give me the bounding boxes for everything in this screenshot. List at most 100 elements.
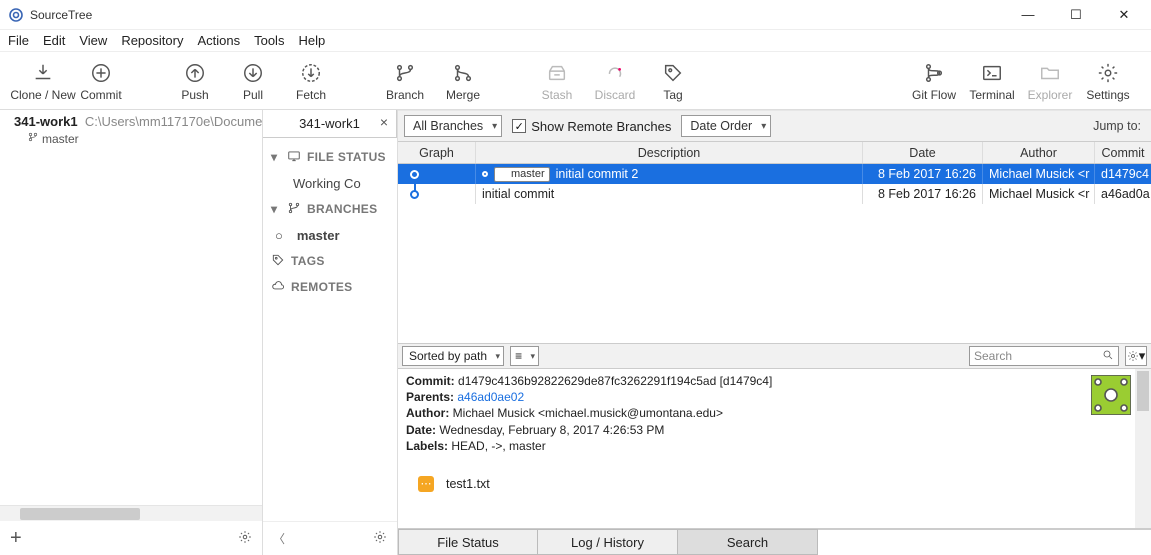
plus-circle-icon: [90, 60, 112, 86]
tag-button[interactable]: Tag: [644, 54, 702, 108]
menu-view[interactable]: View: [79, 33, 107, 48]
parent-link[interactable]: a46ad0ae02: [457, 390, 524, 404]
section-branches[interactable]: ▾ BRANCHES: [263, 196, 397, 222]
push-button[interactable]: Push: [166, 54, 224, 108]
commit-message: initial commit: [482, 187, 554, 201]
tag-icon: [271, 253, 285, 270]
sidebar-branch-master[interactable]: ○ master: [263, 222, 397, 248]
changed-file-row[interactable]: ⋯ test1.txt: [418, 476, 1075, 493]
menu-tools[interactable]: Tools: [254, 33, 284, 48]
terminal-icon: [981, 60, 1003, 86]
clone-new-button[interactable]: Clone / New: [14, 54, 72, 108]
branch-icon: [287, 201, 301, 218]
arrow-down-icon: [242, 60, 264, 86]
chevron-down-icon: ▾: [271, 202, 281, 216]
bookmark-repo[interactable]: 341-work1 C:\Users\mm117170e\Documen: [0, 110, 262, 131]
section-remotes[interactable]: REMOTES: [263, 274, 397, 300]
commit-button[interactable]: Commit: [72, 54, 130, 108]
minimize-button[interactable]: —: [1013, 7, 1043, 23]
menu-repository[interactable]: Repository: [121, 33, 183, 48]
toolbar: Clone / New Commit Push Pull Fetch Branc…: [0, 52, 1151, 110]
col-date[interactable]: Date: [863, 142, 983, 163]
menu-help[interactable]: Help: [298, 33, 325, 48]
menu-edit[interactable]: Edit: [43, 33, 65, 48]
commit-date: 8 Feb 2017 16:26: [863, 164, 983, 184]
branch-badge: master: [494, 167, 550, 182]
monitor-icon: [287, 149, 301, 166]
stash-button[interactable]: Stash: [528, 54, 586, 108]
pull-button[interactable]: Pull: [224, 54, 282, 108]
bookmark-branch-name: master: [42, 132, 79, 146]
commit-date: 8 Feb 2017 16:26: [863, 184, 983, 204]
close-tab-icon[interactable]: ×: [380, 114, 388, 130]
branch-button[interactable]: Branch: [376, 54, 434, 108]
col-commit[interactable]: Commit: [1095, 142, 1151, 163]
settings-button[interactable]: Settings: [1079, 54, 1137, 108]
bookmark-repo-path: C:\Users\mm117170e\Documen: [85, 114, 262, 129]
refresh-icon: [300, 60, 322, 86]
tab-file-status[interactable]: File Status: [398, 529, 538, 555]
tag-icon: [662, 60, 684, 86]
details-vscrollbar[interactable]: [1135, 369, 1151, 528]
col-description[interactable]: Description: [476, 142, 863, 163]
details-gear-button[interactable]: ▾: [1125, 346, 1147, 366]
app-logo-icon: [8, 7, 24, 23]
sidebar-settings-icon[interactable]: [373, 530, 387, 547]
repo-tab[interactable]: 341-work1 ×: [263, 110, 397, 137]
commit-row[interactable]: initial commit 8 Feb 2017 16:26 Michael …: [398, 184, 1151, 204]
sort-dropdown[interactable]: Sorted by path: [402, 346, 504, 366]
bookmarks-panel: 341-work1 C:\Users\mm117170e\Documen mas…: [0, 110, 263, 555]
branch-small-icon: [28, 131, 38, 146]
commit-row[interactable]: master initial commit 2 8 Feb 2017 16:26…: [398, 164, 1151, 184]
section-tags[interactable]: TAGS: [263, 248, 397, 274]
git-flow-button[interactable]: Git Flow: [905, 54, 963, 108]
collapse-sidebar-button[interactable]: 〈: [273, 530, 285, 547]
fetch-button[interactable]: Fetch: [282, 54, 340, 108]
commit-message: initial commit 2: [556, 167, 639, 181]
branch-filter-dropdown[interactable]: All Branches: [404, 115, 502, 137]
chevron-down-icon: ▾: [271, 150, 281, 164]
commit-list: master initial commit 2 8 Feb 2017 16:26…: [398, 164, 1151, 204]
bookmark-repo-name: 341-work1: [14, 114, 78, 129]
menu-bar: File Edit View Repository Actions Tools …: [0, 30, 1151, 52]
commit-sha: d1479c4: [1095, 164, 1151, 184]
col-graph[interactable]: Graph: [398, 142, 476, 163]
branch-icon: [394, 60, 416, 86]
bottom-tabs: File Status Log / History Search: [398, 529, 1151, 555]
download-icon: [32, 60, 54, 86]
undo-icon: [604, 60, 626, 86]
maximize-button[interactable]: ☐: [1061, 7, 1091, 23]
terminal-button[interactable]: Terminal: [963, 54, 1021, 108]
repo-tab-label: 341-work1: [299, 116, 360, 131]
section-file-status[interactable]: ▾ FILE STATUS: [263, 144, 397, 170]
tab-search[interactable]: Search: [678, 529, 818, 555]
discard-button[interactable]: Discard: [586, 54, 644, 108]
menu-file[interactable]: File: [8, 33, 29, 48]
head-dot-icon: [482, 171, 488, 177]
close-button[interactable]: ✕: [1109, 7, 1139, 23]
window-title: SourceTree: [30, 8, 1013, 22]
flow-icon: [923, 60, 945, 86]
bookmarks-settings-icon[interactable]: [238, 530, 252, 547]
sidebar-item-working-copy[interactable]: Working Co: [263, 170, 397, 196]
folder-icon: [1039, 60, 1061, 86]
merge-button[interactable]: Merge: [434, 54, 492, 108]
history-panel: All Branches ✓ Show Remote Branches Date…: [398, 110, 1151, 555]
commit-sha: a46ad0a: [1095, 184, 1151, 204]
modified-file-icon: ⋯: [418, 476, 434, 492]
show-remote-checkbox[interactable]: ✓ Show Remote Branches: [512, 119, 671, 134]
arrow-up-icon: [184, 60, 206, 86]
order-dropdown[interactable]: Date Order: [681, 115, 771, 137]
add-bookmark-button[interactable]: +: [10, 527, 22, 550]
tab-log-history[interactable]: Log / History: [538, 529, 678, 555]
explorer-button[interactable]: Explorer: [1021, 54, 1079, 108]
view-mode-dropdown[interactable]: ≡: [510, 346, 539, 366]
bookmarks-hscrollbar[interactable]: [0, 505, 262, 521]
details-search-input[interactable]: Search: [969, 346, 1119, 366]
search-icon: [1102, 349, 1114, 364]
bookmark-branch[interactable]: master: [0, 131, 262, 146]
commit-author: Michael Musick <r: [983, 164, 1095, 184]
title-bar: SourceTree — ☐ ✕: [0, 0, 1151, 30]
col-author[interactable]: Author: [983, 142, 1095, 163]
menu-actions[interactable]: Actions: [197, 33, 240, 48]
